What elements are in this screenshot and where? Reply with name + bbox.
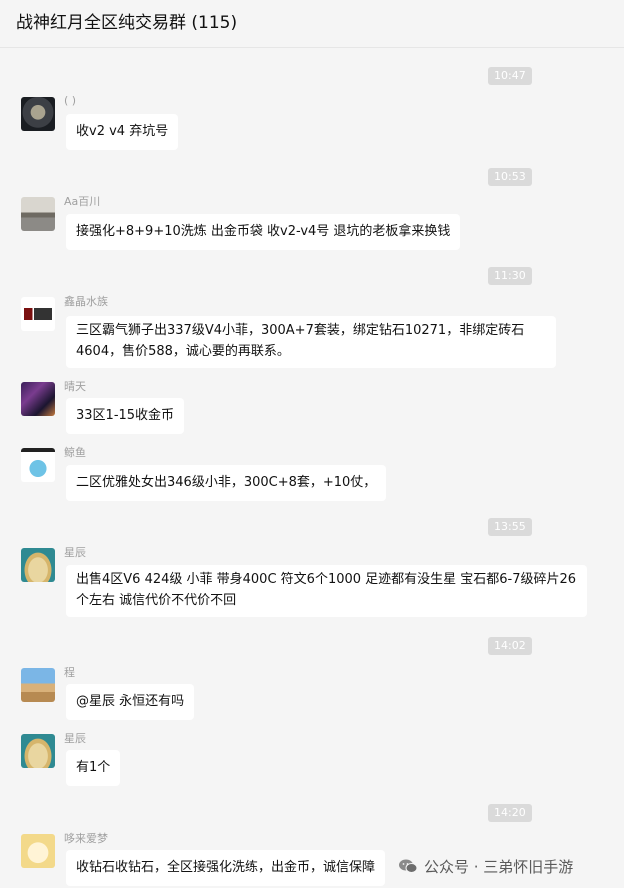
sender-name: 星辰 (64, 546, 86, 559)
avatar-office-icon (21, 197, 55, 231)
message-bubble[interactable]: 三区霸气狮子出337级V4小菲，300A+7套装，绑定钻石10271，非绑定砖石… (66, 316, 556, 368)
chat-title[interactable]: 战神红月全区纯交易群 (115) (16, 8, 237, 33)
sender-name: 鑫晶水族 (64, 295, 108, 308)
avatar-red-logo-icon (21, 297, 55, 331)
message-bubble[interactable]: 接强化+8+9+10洗炼 出金币袋 收v2-v4号 退坑的老板拿来换钱 (66, 214, 461, 250)
avatar-vase-icon (21, 734, 55, 768)
message-bubble[interactable]: 二区优雅处女出346级小非，300C+8套，+10仗， (66, 465, 387, 501)
chat-header: 战神红月全区纯交易群 (115) (0, 0, 624, 48)
watermark-text: 公众号 · 三弟怀旧手游 (424, 857, 574, 876)
sender-name: 晴天 (64, 380, 86, 393)
avatar-desert-icon (21, 668, 55, 702)
message-bubble[interactable]: 33区1-15收金币 (66, 398, 185, 434)
avatar[interactable] (21, 448, 55, 482)
avatar-cartoon-whale-icon (21, 448, 55, 482)
timestamp: 10:53 (488, 168, 532, 186)
timestamp: 14:20 (488, 804, 532, 822)
message-list[interactable]: 10:47 ( ) 收v2 v4 弃坑号 10:53 Aa百川 接强化+8+9+… (0, 48, 624, 888)
message-bubble[interactable]: @星辰 永恒还有吗 (66, 684, 195, 720)
avatar-dark-ring-icon (21, 97, 55, 131)
message-bubble[interactable]: 出售4区V6 424级 小菲 带身400C 符文6个1000 足迹都有没生星 宝… (66, 565, 587, 617)
avatar-cartoon-cat-icon (21, 834, 55, 868)
timestamp: 13:55 (488, 518, 532, 536)
avatar[interactable] (21, 382, 55, 416)
avatar[interactable] (21, 834, 55, 868)
timestamp: 11:30 (488, 267, 532, 285)
sender-name: 鲸鱼 (64, 446, 86, 459)
message-bubble[interactable]: 收钻石收钻石，全区接强化洗练，出金币，诚信保障 (66, 850, 386, 886)
avatar[interactable] (21, 97, 55, 131)
avatar[interactable] (21, 197, 55, 231)
message-bubble[interactable]: 收v2 v4 弃坑号 (66, 114, 179, 150)
avatar-night-icon (21, 382, 55, 416)
timestamp: 14:02 (488, 637, 532, 655)
wechat-icon (398, 858, 418, 874)
timestamp: 10:47 (488, 67, 532, 85)
sender-name: Aa百川 (64, 195, 101, 208)
sender-name: ( ) (64, 94, 77, 107)
avatar[interactable] (21, 734, 55, 768)
avatar[interactable] (21, 668, 55, 702)
sender-name: 程 (64, 666, 75, 679)
avatar-vase-icon (21, 548, 55, 582)
sender-name: 哆来爱梦 (64, 832, 108, 845)
avatar[interactable] (21, 548, 55, 582)
sender-name: 星辰 (64, 732, 86, 745)
avatar[interactable] (21, 297, 55, 331)
watermark: 公众号 · 三弟怀旧手游 (398, 855, 573, 877)
message-bubble[interactable]: 有1个 (66, 750, 121, 786)
